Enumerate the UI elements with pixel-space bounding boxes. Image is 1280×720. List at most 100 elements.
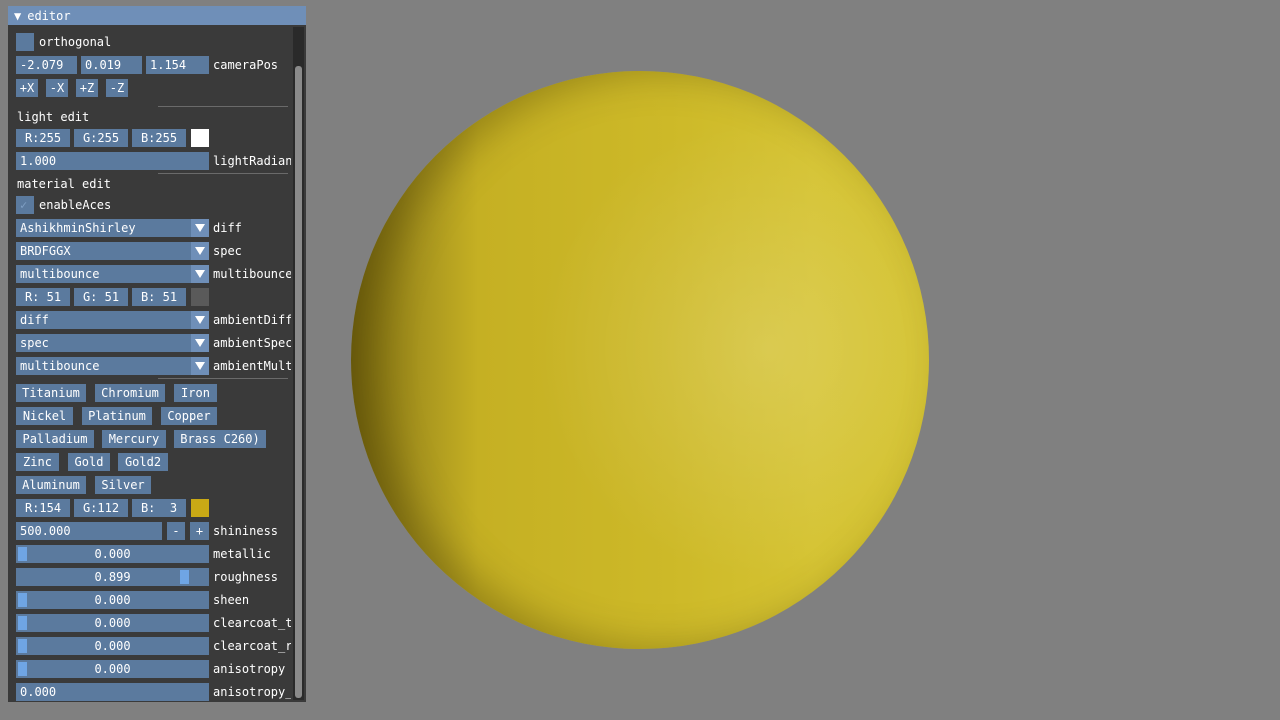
rendered-sphere (351, 71, 929, 649)
slider-label: sheen (213, 593, 250, 607)
light-b-field[interactable]: B:255 (132, 129, 186, 147)
base-color-swatch[interactable] (191, 499, 209, 517)
slider-value: 0.000 (94, 639, 131, 653)
camera-plus-z-button[interactable]: +Z (76, 79, 98, 97)
slider-roughness[interactable]: 0.899 (16, 568, 209, 586)
enable-aces-checkbox[interactable] (16, 196, 34, 214)
slider-sheen[interactable]: 0.000 (16, 591, 209, 609)
separator (158, 173, 288, 174)
material-edit-header: material edit (17, 177, 111, 191)
slider-clearcoat-r[interactable]: 0.000 (16, 637, 209, 655)
preset-palladium-button[interactable]: Palladium (16, 430, 94, 448)
multibounce-label: multibounce (213, 267, 291, 281)
slider-clearcoat-t[interactable]: 0.000 (16, 614, 209, 632)
shininess-field[interactable]: 500.000 (16, 522, 162, 540)
slider-value: 0.899 (94, 570, 131, 584)
shininess-label: shininess (213, 524, 279, 538)
preset-platinum-button[interactable]: Platinum (82, 407, 152, 425)
preset-gold-button[interactable]: Gold (68, 453, 110, 471)
diff-combo[interactable]: AshikhminShirley (16, 219, 191, 237)
ambient-mult-combo[interactable]: multibounce (16, 357, 191, 375)
ambient-mult-arrow-icon[interactable] (191, 357, 209, 375)
light-radiance-label: lightRadian (213, 154, 291, 168)
editor-content: orthogonal -2.079 0.019 1.154 cameraPos … (8, 25, 291, 702)
shininess-plus-button[interactable]: + (190, 522, 209, 540)
light-r-field[interactable]: R:255 (16, 129, 70, 147)
slider-label: metallic (213, 547, 271, 561)
ambient-spec-arrow-icon[interactable] (191, 334, 209, 352)
ambient-spec-label: ambientSpec (213, 336, 291, 350)
ambient-diff-combo[interactable]: diff (16, 311, 191, 329)
slider-label: roughness (213, 570, 279, 584)
shininess-minus-button[interactable]: - (167, 522, 185, 540)
preset-gold2-button[interactable]: Gold2 (118, 453, 168, 471)
preset-nickel-button[interactable]: Nickel (16, 407, 73, 425)
ambient-diff-label: ambientDiff (213, 313, 291, 327)
base-b-field[interactable]: B: 3 (132, 499, 186, 517)
enable-aces-label: enableAces (39, 198, 112, 212)
slider-grab-handle[interactable] (179, 570, 189, 584)
preset-zinc-button[interactable]: Zinc (16, 453, 59, 471)
collapse-arrow-icon[interactable]: ▼ (14, 9, 21, 23)
slider-value: 0.000 (94, 593, 131, 607)
slider-anisotropy[interactable]: 0.000 (16, 660, 209, 678)
ambient-mult-label: ambientMult (213, 359, 291, 373)
light-color-swatch[interactable] (191, 129, 209, 147)
slider-grab-handle[interactable] (18, 639, 27, 653)
preset-silver-button[interactable]: Silver (95, 476, 151, 494)
preset-titanium-button[interactable]: Titanium (16, 384, 86, 402)
multibounce-combo[interactable]: multibounce (16, 265, 191, 283)
orthogonal-checkbox[interactable] (16, 33, 34, 51)
ambient-diff-arrow-icon[interactable] (191, 311, 209, 329)
ambient-r-field[interactable]: R: 51 (16, 288, 70, 306)
slider-value: 0.000 (94, 662, 131, 676)
camera-plus-x-button[interactable]: +X (16, 79, 38, 97)
window-title: editor (27, 8, 71, 23)
slider-value: 0.000 (94, 547, 131, 561)
slider-label: clearcoat_t (213, 616, 291, 630)
preset-iron-button[interactable]: Iron (174, 384, 217, 402)
preset-brass-button[interactable]: Brass C260) (174, 430, 266, 448)
slider-grab-handle[interactable] (18, 593, 27, 607)
slider-label: clearcoat_r (213, 639, 291, 653)
spec-combo-arrow-icon[interactable] (191, 242, 209, 260)
preset-copper-button[interactable]: Copper (161, 407, 217, 425)
spec-label: spec (213, 244, 242, 258)
multibounce-combo-arrow-icon[interactable] (191, 265, 209, 283)
slider-grab-handle[interactable] (18, 662, 27, 676)
camera-pos-x-field[interactable]: -2.079 (16, 56, 77, 74)
base-g-field[interactable]: G:112 (74, 499, 128, 517)
ambient-b-field[interactable]: B: 51 (132, 288, 186, 306)
slider-label: anisotropy (213, 662, 286, 676)
slider-metallic[interactable]: 0.000 (16, 545, 209, 563)
preset-mercury-button[interactable]: Mercury (102, 430, 166, 448)
base-r-field[interactable]: R:154 (16, 499, 70, 517)
slider-grab-handle[interactable] (18, 616, 27, 630)
preset-aluminum-button[interactable]: Aluminum (16, 476, 86, 494)
ambient-g-field[interactable]: G: 51 (74, 288, 128, 306)
camera-pos-z-field[interactable]: 1.154 (146, 56, 209, 74)
camera-pos-y-field[interactable]: 0.019 (81, 56, 142, 74)
editor-window: ▼ editor orthogonal -2.079 0.019 1.154 c… (8, 6, 306, 702)
light-edit-header: light edit (17, 110, 90, 124)
editor-titlebar[interactable]: ▼ editor (8, 6, 306, 25)
diff-label: diff (213, 221, 242, 235)
ambient-spec-combo[interactable]: spec (16, 334, 191, 352)
slider-value: 0.000 (94, 616, 131, 630)
camera-pos-label: cameraPos (213, 58, 279, 72)
slider-grab-handle[interactable] (18, 547, 27, 561)
separator (158, 106, 288, 107)
anisotropy-rotation-field[interactable]: 0.000 (16, 683, 209, 701)
preset-chromium-button[interactable]: Chromium (95, 384, 165, 402)
scrollbar-thumb[interactable] (295, 66, 302, 698)
light-g-field[interactable]: G:255 (74, 129, 128, 147)
light-radiance-field[interactable]: 1.000 (16, 152, 209, 170)
separator (158, 378, 288, 379)
camera-minus-x-button[interactable]: -X (46, 79, 68, 97)
orthogonal-label: orthogonal (39, 35, 112, 49)
diff-combo-arrow-icon[interactable] (191, 219, 209, 237)
anisotropy-rotation-label: anisotropy_ (213, 685, 291, 699)
ambient-color-swatch[interactable] (191, 288, 209, 306)
camera-minus-z-button[interactable]: -Z (106, 79, 128, 97)
spec-combo[interactable]: BRDFGGX (16, 242, 191, 260)
